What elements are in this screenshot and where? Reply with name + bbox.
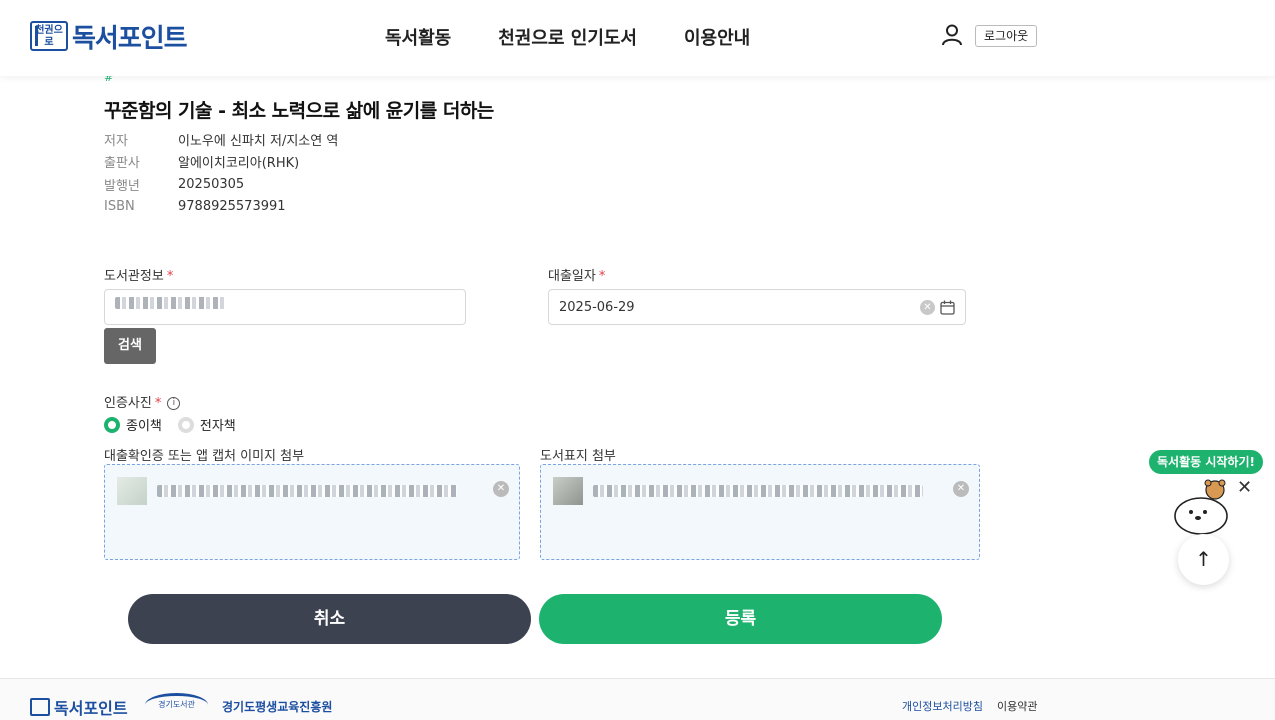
meta-key: ISBN xyxy=(104,199,135,215)
library-info-field[interactable] xyxy=(104,289,466,325)
loan-date-label: 대출일자 * xyxy=(548,265,605,284)
logo-mark: 천권으로 xyxy=(30,21,68,51)
meta-key: 발행년 xyxy=(104,178,140,194)
cancel-button[interactable]: 취소 xyxy=(128,594,531,644)
library-info-label-text: 도서관정보 xyxy=(104,269,164,284)
radio-ebook-label: 전자책 xyxy=(199,419,236,434)
meta-author: 저자 이노우에 신파치 저/지소연 역 xyxy=(104,128,338,151)
required-mark: * xyxy=(598,269,606,284)
photo-label: 인증사진 * i xyxy=(104,392,181,411)
main-nav: 독서활동 천권으로 인기도서 이용안내 xyxy=(385,24,750,50)
calendar-icon[interactable] xyxy=(940,300,955,315)
remove-file-icon[interactable]: ✕ xyxy=(953,481,969,497)
meta-isbn: ISBN 9788925573991 xyxy=(104,196,338,219)
arrow-up-icon: ↑ xyxy=(1195,547,1212,571)
gyeonggi-library-logo[interactable]: 경기도서관 xyxy=(145,693,208,717)
clear-icon[interactable]: ✕ xyxy=(920,300,935,315)
required-mark: * xyxy=(166,269,174,284)
submit-button[interactable]: 등록 xyxy=(539,594,942,644)
privacy-policy-link[interactable]: 개인정보처리방침 xyxy=(902,698,983,714)
library-search-button[interactable]: 검색 xyxy=(104,328,156,364)
loan-date-field[interactable]: 2025-06-29 ✕ xyxy=(548,289,966,325)
blurred-filename xyxy=(593,485,923,497)
upload-loan-label: 대출확인증 또는 앱 캡처 이미지 첨부 xyxy=(104,449,305,464)
meta-year: 발행년 20250305 xyxy=(104,173,338,196)
user-icon[interactable] xyxy=(942,24,962,46)
logout-button[interactable]: 로그아웃 xyxy=(975,25,1038,47)
meta-value: 이노우에 신파치 저/지소연 역 xyxy=(178,133,339,149)
upload-cover-dropzone[interactable]: ✕ xyxy=(540,464,980,560)
logo-text: 독서포인트 xyxy=(72,23,188,54)
book-title: 꾸준함의 기술 - 최소 노력으로 삶에 윤기를 더하는 xyxy=(104,100,494,122)
institute-logo[interactable]: 경기도평생교육진흥원 xyxy=(222,698,332,715)
site-footer: 독서포인트 경기도서관 경기도평생교육진흥원 개인정보처리방침 이용약관 xyxy=(0,678,1275,720)
book-meta: 저자 이노우에 신파치 저/지소연 역 출판사 알에이치코리아(RHK) 발행년 20… xyxy=(104,128,338,218)
mascot-dog-icon xyxy=(1174,479,1228,535)
meta-value: 9788925573991 xyxy=(178,199,286,215)
site-header: 천권으로 독서포인트 독서활동 천권으로 인기도서 이용안내 로그아웃 xyxy=(0,0,1275,76)
logo-mark-text: 천권으로 xyxy=(35,25,63,48)
nav-reading-activity[interactable]: 독서활동 xyxy=(385,24,451,50)
meta-key: 저자 xyxy=(104,133,128,149)
radio-ebook[interactable]: 전자책 xyxy=(177,415,236,434)
uploaded-thumbnail xyxy=(553,477,583,505)
footer-logo[interactable]: 독서포인트 xyxy=(30,695,128,719)
blurred-filename xyxy=(157,485,457,497)
remove-file-icon[interactable]: ✕ xyxy=(493,481,509,497)
meta-publisher: 출판사 알에이치코리아(RHK) xyxy=(104,151,338,174)
scroll-top-button[interactable]: ↑ xyxy=(1178,534,1229,585)
library-info-label: 도서관정보 * xyxy=(104,265,173,284)
site-logo[interactable]: 천권으로 독서포인트 xyxy=(30,20,188,54)
reading-start-bubble[interactable]: 독서활동 시작하기! xyxy=(1149,450,1263,474)
blurred-library-name xyxy=(115,297,225,309)
close-icon[interactable]: ✕ xyxy=(1237,477,1252,498)
meta-key: 출판사 xyxy=(104,156,140,172)
radio-checked-icon xyxy=(104,416,120,433)
photo-label-text: 인증사진 xyxy=(104,396,152,411)
info-icon[interactable]: i xyxy=(167,397,181,410)
meta-value: 알에이치코리아(RHK) xyxy=(178,156,300,172)
footer-logo-mark xyxy=(30,698,50,716)
radio-paper-label: 종이책 xyxy=(126,419,162,434)
loan-date-label-text: 대출일자 xyxy=(548,269,596,284)
uploaded-thumbnail xyxy=(117,477,147,505)
terms-link[interactable]: 이용약관 xyxy=(997,698,1037,714)
radio-paper-book[interactable]: 종이책 xyxy=(104,415,162,434)
loan-date-value: 2025-06-29 xyxy=(559,300,635,315)
footer-logo-text: 독서포인트 xyxy=(54,699,128,718)
nav-guide[interactable]: 이용안내 xyxy=(684,24,750,50)
book-type-radio-group: 종이책 전자책 xyxy=(104,415,236,434)
meta-value: 20250305 xyxy=(178,176,245,192)
footer-links: 개인정보처리방침 이용약관 xyxy=(902,698,1037,714)
radio-unchecked-icon xyxy=(177,416,194,433)
upload-loan-dropzone[interactable]: ✕ xyxy=(104,464,520,560)
required-mark: * xyxy=(154,396,162,411)
nav-popular-books[interactable]: 천권으로 인기도서 xyxy=(498,24,637,50)
upload-cover-label: 도서표지 첨부 xyxy=(540,449,616,464)
